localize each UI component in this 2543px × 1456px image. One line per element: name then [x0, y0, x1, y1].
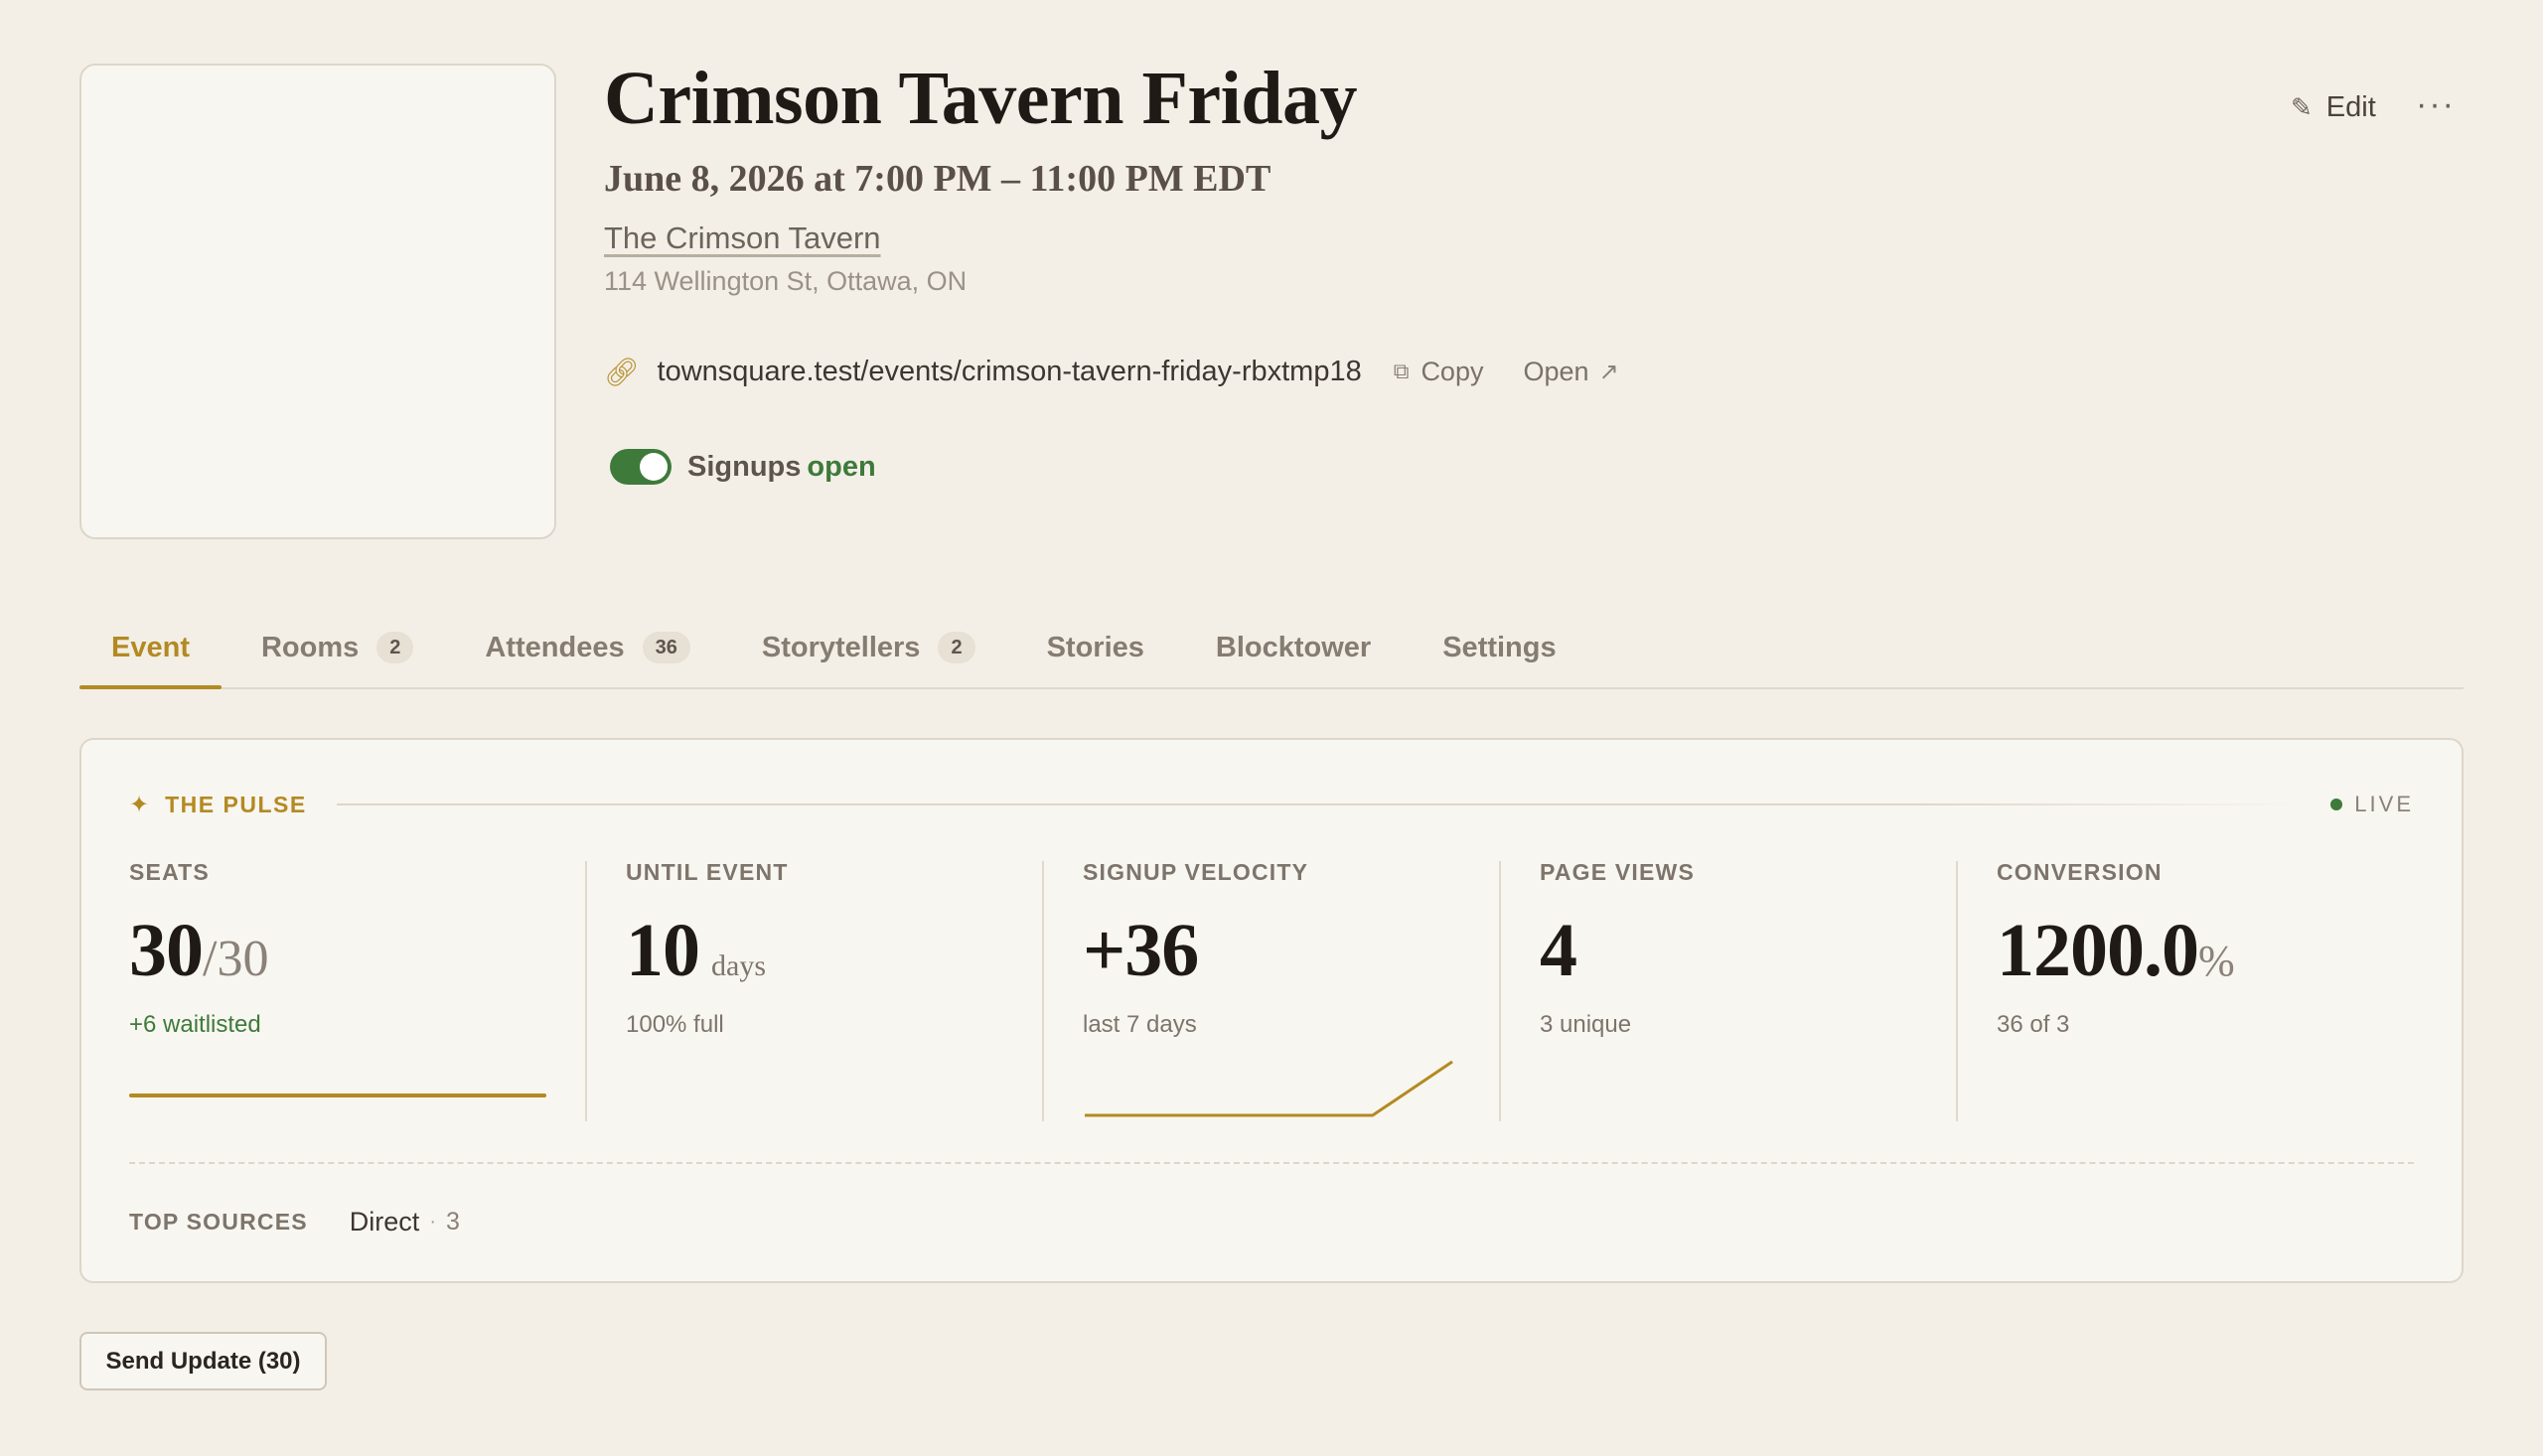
send-update-button[interactable]: Send Update (30)	[79, 1332, 327, 1390]
metric-label: CONVERSION	[1997, 859, 2163, 885]
views-value: 4	[1540, 909, 1577, 992]
tab-label: Rooms	[260, 631, 360, 663]
metric-conversion: CONVERSION 1200.0 % 36 of 3	[1997, 859, 2394, 1119]
pulse-title: THE PULSE	[165, 791, 307, 817]
tab-event[interactable]: Event	[79, 608, 222, 689]
live-indicator-dot	[2330, 799, 2343, 810]
conversion-unit: %	[2198, 937, 2235, 985]
metric-until-event: UNTIL EVENT 10 days 100% full	[626, 859, 1023, 1119]
count-badge: 36	[642, 632, 690, 663]
count-badge: 2	[938, 632, 975, 663]
days-value: 10	[626, 909, 700, 992]
sources-label: TOP SOURCES	[129, 1209, 308, 1235]
event-link-row: 🔗︎ townsquare.test/events/crimson-tavern…	[604, 350, 1619, 393]
tab-rooms[interactable]: Rooms 2	[229, 608, 445, 687]
metric-label: PAGE VIEWS	[1540, 859, 1695, 885]
sparkle-icon: ✦	[129, 791, 150, 818]
tab-storytellers[interactable]: Storytellers 2	[730, 608, 1007, 687]
metric-signup-velocity: SIGNUP VELOCITY +36 last 7 days	[1083, 859, 1480, 1119]
seats-total: /30	[203, 931, 269, 987]
open-label: Open	[1523, 356, 1589, 386]
metric-label: SIGNUP VELOCITY	[1083, 859, 1309, 885]
metric-value: 10 days	[626, 908, 1023, 993]
event-tabs: Event Rooms 2 Attendees 36 Storytellers …	[79, 610, 2464, 689]
tab-attendees[interactable]: Attendees 36	[453, 608, 721, 687]
tab-label: Attendees	[485, 631, 625, 663]
source-name: Direct	[349, 1207, 420, 1237]
metric-sub: 100% full	[626, 1011, 724, 1038]
count-badge: 2	[376, 632, 414, 663]
metric-sub: +6 waitlisted	[129, 1011, 261, 1038]
event-datetime: June 8, 2026 at 7:00 PM – 11:00 PM EDT	[604, 158, 1272, 200]
metric-page-views: PAGE VIEWS 4 3 unique	[1540, 859, 1937, 1119]
edit-label: Edit	[2325, 91, 2376, 123]
more-options-button[interactable]: ···	[2416, 85, 2456, 124]
metric-label: SEATS	[129, 859, 210, 885]
open-link-button[interactable]: Open ↗	[1523, 357, 1618, 387]
tab-label: Settings	[1442, 631, 1557, 663]
edit-button[interactable]: ✎ Edit	[2291, 91, 2376, 124]
tab-label: Stories	[1046, 631, 1144, 663]
metric-sub: 36 of 3	[1997, 1011, 2070, 1038]
source-count: 3	[445, 1208, 460, 1236]
signups-label: Signups	[687, 450, 802, 483]
tab-label: Blocktower	[1215, 631, 1372, 663]
copy-label: Copy	[1421, 356, 1484, 386]
signups-state: open	[807, 450, 876, 483]
link-icon: 🔗︎	[604, 356, 640, 387]
pulse-header: ✦ THE PULSE LIVE	[129, 790, 2414, 819]
sparkline-path	[1085, 1060, 1453, 1117]
metric-sub: 3 unique	[1540, 1011, 1632, 1038]
copy-link-button[interactable]: ⧉ Copy	[1394, 357, 1484, 387]
seats-progress-fill	[129, 1093, 546, 1097]
venue-link[interactable]: The Crimson Tavern	[604, 220, 881, 256]
signups-toggle[interactable]	[610, 449, 672, 485]
pulse-card: ✦ THE PULSE LIVE SEATS 30 /30 +6 waitlis…	[79, 738, 2464, 1283]
metric-value: +36	[1083, 908, 1480, 993]
event-title: Crimson Tavern Friday	[604, 57, 1358, 140]
tab-label: Event	[111, 631, 190, 663]
copy-icon: ⧉	[1393, 359, 1410, 383]
venue-address: 114 Wellington St, Ottawa, ON	[604, 266, 968, 296]
tab-label: Storytellers	[761, 631, 921, 663]
tab-settings[interactable]: Settings	[1411, 608, 1587, 687]
header-rule	[336, 803, 2302, 805]
velocity-sparkline	[1085, 1060, 1453, 1117]
metric-value: 1200.0 %	[1997, 908, 2394, 993]
seats-filled: 30	[129, 909, 204, 992]
event-cover-image[interactable]	[79, 64, 556, 539]
pencil-icon: ✎	[2291, 92, 2313, 122]
event-url: townsquare.test/events/crimson-tavern-fr…	[657, 355, 1362, 387]
tab-stories[interactable]: Stories	[1015, 608, 1176, 687]
metric-seats: SEATS 30 /30 +6 waitlisted	[129, 859, 546, 1119]
tab-blocktower[interactable]: Blocktower	[1184, 608, 1403, 687]
metric-value: 30 /30	[129, 908, 546, 993]
top-sources: TOP SOURCES Direct · 3	[129, 1207, 460, 1238]
metric-value: 4	[1540, 908, 1937, 993]
seats-progress-bar	[129, 1093, 546, 1097]
separator-dot: ·	[429, 1211, 436, 1233]
conversion-value: 1200.0	[1997, 909, 2199, 992]
velocity-value: +36	[1083, 909, 1199, 992]
divider	[129, 1162, 2414, 1164]
metric-sub: last 7 days	[1083, 1011, 1197, 1038]
days-unit: days	[711, 949, 766, 982]
external-link-icon: ↗	[1598, 358, 1619, 385]
live-label: LIVE	[2354, 792, 2414, 816]
signups-toggle-row: Signups open	[610, 449, 876, 485]
metric-label: UNTIL EVENT	[626, 859, 789, 885]
